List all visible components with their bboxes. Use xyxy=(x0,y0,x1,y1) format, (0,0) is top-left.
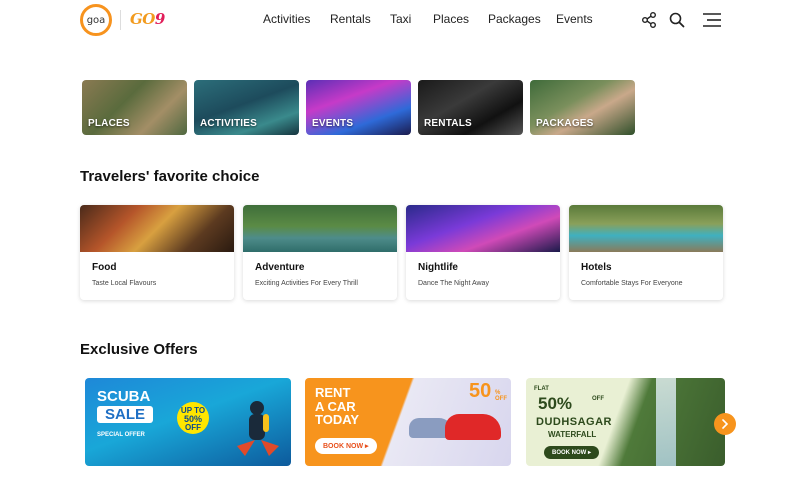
water-sub: WATERFALL xyxy=(548,430,597,439)
offer-rent-a-car[interactable]: RENT A CAR TODAY BOOK NOW ▸ 50 % OFF xyxy=(305,378,511,466)
category-rentals[interactable]: RENTALS xyxy=(418,80,523,135)
card-subtitle: Dance The Night Away xyxy=(418,280,489,287)
hotels-image xyxy=(569,205,723,252)
site-header: goa GO9 Activities Rentals Taxi Places P… xyxy=(0,0,800,40)
water-book-now-button[interactable]: BOOK NOW ▸ xyxy=(544,446,600,459)
scuba-title: SCUBA xyxy=(97,388,151,405)
card-title: Adventure xyxy=(255,262,305,273)
water-book-now-label: BOOK NOW xyxy=(552,450,587,456)
category-events[interactable]: EVENTS xyxy=(306,80,411,135)
category-label: PACKAGES xyxy=(536,118,594,129)
car-book-now-label: BOOK NOW xyxy=(323,443,364,450)
offer-scuba-sale[interactable]: SCUBA SALE SPECIAL OFFER UP TO 50% OFF xyxy=(85,378,291,466)
car-discount-pct: 50 xyxy=(469,380,492,402)
card-title: Nightlife xyxy=(418,262,458,273)
nav-events[interactable]: Events xyxy=(556,12,593,26)
card-title: Hotels xyxy=(581,262,612,273)
category-label: PLACES xyxy=(88,118,130,129)
menu-icon[interactable] xyxy=(702,11,722,29)
discount-badge: UP TO 50% OFF xyxy=(177,402,209,434)
nav-activities[interactable]: Activities xyxy=(263,12,310,26)
car-book-now-button[interactable]: BOOK NOW ▸ xyxy=(315,438,377,454)
nav-taxi[interactable]: Taxi xyxy=(390,12,411,26)
category-label: ACTIVITIES xyxy=(200,118,258,129)
waterfall-image xyxy=(656,378,676,466)
favorite-card-food[interactable]: Food Taste Local Flavours xyxy=(80,205,234,300)
water-name: DUDHSAGAR xyxy=(536,416,612,428)
water-flat: FLAT xyxy=(534,386,549,392)
red-car-shape xyxy=(445,414,501,440)
favorite-card-adventure[interactable]: Adventure Exciting Activities For Every … xyxy=(243,205,397,300)
offer-dudhsagar-waterfall[interactable]: FLAT 50% OFF DUDHSAGAR WATERFALL BOOK NO… xyxy=(526,378,725,466)
carousel-next-button[interactable] xyxy=(714,413,736,435)
category-label: RENTALS xyxy=(424,118,472,129)
chevron-right-icon xyxy=(722,419,729,429)
badge-off: OFF xyxy=(185,423,201,432)
category-places[interactable]: PLACES xyxy=(82,80,187,135)
car-offer-title: RENT A CAR TODAY xyxy=(315,385,360,428)
nav-packages[interactable]: Packages xyxy=(488,12,541,26)
category-packages[interactable]: PACKAGES xyxy=(530,80,635,135)
card-title: Food xyxy=(92,262,117,273)
share-icon[interactable] xyxy=(640,11,658,29)
scuba-sale-label: SALE xyxy=(97,406,154,423)
card-subtitle: Comfortable Stays For Everyone xyxy=(581,280,683,287)
water-pct: 50% xyxy=(538,394,573,413)
search-icon[interactable] xyxy=(668,11,686,29)
water-off: OFF xyxy=(592,396,604,402)
favorites-heading: Travelers' favorite choice xyxy=(80,168,260,185)
favorite-card-nightlife[interactable]: Nightlife Dance The Night Away xyxy=(406,205,560,300)
nav-rentals[interactable]: Rentals xyxy=(330,12,371,26)
adventure-image xyxy=(243,205,397,252)
card-subtitle: Exciting Activities For Every Thrill xyxy=(255,280,358,287)
category-activities[interactable]: ACTIVITIES xyxy=(194,80,299,135)
nightlife-image xyxy=(406,205,560,252)
category-label: EVENTS xyxy=(312,118,354,129)
car-discount-off: % OFF xyxy=(495,390,507,402)
nav-places[interactable]: Places xyxy=(433,12,469,26)
diver-icon xyxy=(237,401,279,456)
scuba-special-offer: SPECIAL OFFER xyxy=(97,432,145,438)
food-image xyxy=(80,205,234,252)
offers-heading: Exclusive Offers xyxy=(80,341,198,358)
favorite-card-hotels[interactable]: Hotels Comfortable Stays For Everyone xyxy=(569,205,723,300)
card-subtitle: Taste Local Flavours xyxy=(92,280,157,287)
